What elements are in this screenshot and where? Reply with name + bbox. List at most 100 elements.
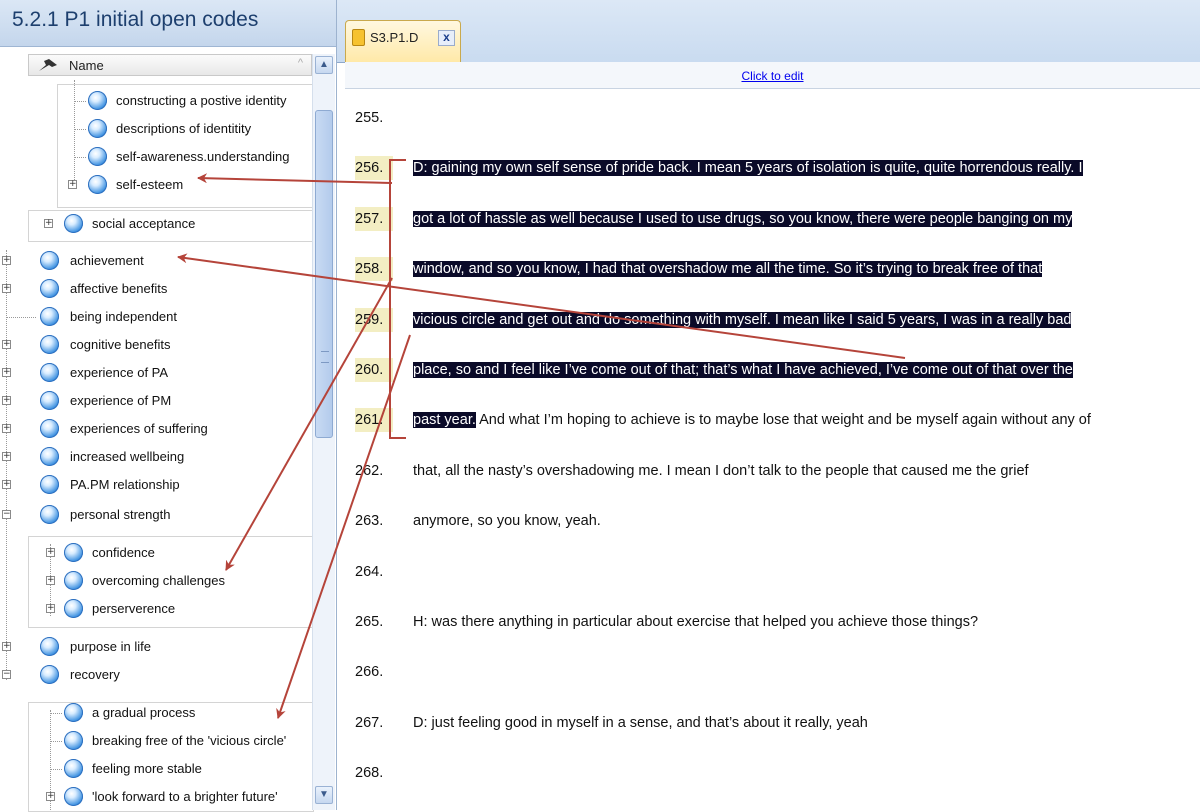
line-text[interactable]: that, all the nasty’s overshadowing me. …: [413, 459, 1029, 483]
code-item[interactable]: + increased wellbeing: [0, 446, 312, 468]
code-node-icon: [40, 475, 59, 494]
code-item[interactable]: constructing a postive identity: [74, 90, 312, 112]
code-item[interactable]: being independent: [0, 306, 312, 328]
expand-toggle-icon[interactable]: +: [2, 642, 11, 651]
line-text[interactable]: anymore, so you know, yeah.: [413, 509, 601, 533]
pushpin-icon[interactable]: [37, 57, 59, 73]
code-item[interactable]: a gradual process: [50, 702, 312, 724]
transcript-line[interactable]: 264.: [345, 556, 1200, 586]
expand-toggle-icon[interactable]: +: [44, 219, 53, 228]
code-item[interactable]: + purpose in life: [0, 636, 312, 658]
transcript-line[interactable]: 255.: [345, 102, 1200, 132]
transcript-body[interactable]: 255. 256. D: gaining my own self sense of …: [345, 96, 1200, 810]
code-label: constructing a postive identity: [116, 93, 287, 108]
plain-text[interactable]: D: just feeling good in myself in a sens…: [413, 715, 868, 731]
code-item[interactable]: + overcoming challenges: [40, 570, 312, 592]
scrollbar-thumb[interactable]: [315, 110, 333, 438]
code-item[interactable]: − recovery: [0, 664, 312, 686]
document-tab[interactable]: S3.P1.D x: [345, 20, 461, 62]
scroll-up-arrow-icon[interactable]: ▲: [315, 56, 333, 74]
line-number: 262.: [355, 463, 384, 479]
code-item[interactable]: + self-esteem: [66, 174, 312, 196]
code-item[interactable]: self-awareness.understanding: [74, 146, 312, 168]
selected-text[interactable]: D: gaining my own self sense of pride ba…: [413, 160, 1083, 176]
transcript-line[interactable]: 263. anymore, so you know, yeah.: [345, 505, 1200, 535]
scroll-down-arrow-icon[interactable]: ▼: [315, 786, 333, 804]
transcript-line[interactable]: 259. vicious circle and get out and do so…: [345, 304, 1200, 334]
selected-text[interactable]: got a lot of hassle as well because I us…: [413, 211, 1073, 227]
line-number: 265.: [355, 614, 384, 630]
code-item[interactable]: + achievement: [0, 250, 312, 272]
expand-toggle-icon[interactable]: +: [46, 576, 55, 585]
plain-text[interactable]: And what I’m hoping to achieve is to may…: [476, 412, 1091, 428]
line-text[interactable]: H: was there anything in particular abou…: [413, 610, 978, 634]
transcript-line[interactable]: 258. window, and so you know, I had that …: [345, 253, 1200, 283]
code-node-icon: [88, 175, 107, 194]
expand-toggle-icon[interactable]: +: [2, 424, 11, 433]
transcript-line[interactable]: 260. place, so and I feel like I’ve come …: [345, 354, 1200, 384]
code-node-icon: [64, 703, 83, 722]
code-item[interactable]: + experience of PM: [0, 390, 312, 412]
transcript-line[interactable]: 267. D: just feeling good in myself in a …: [345, 707, 1200, 737]
code-item[interactable]: + cognitive benefits: [0, 334, 312, 356]
selected-text[interactable]: window, and so you know, I had that over…: [413, 261, 1043, 277]
expand-toggle-icon[interactable]: +: [46, 548, 55, 557]
expand-toggle-icon[interactable]: +: [46, 604, 55, 613]
expand-toggle-icon[interactable]: +: [2, 368, 11, 377]
code-item[interactable]: + confidence: [40, 542, 312, 564]
expand-toggle-icon[interactable]: +: [46, 792, 55, 801]
code-item[interactable]: + perserverence: [40, 598, 312, 620]
transcript-line[interactable]: 265. H: was there anything in particular …: [345, 606, 1200, 636]
expand-toggle-icon[interactable]: +: [2, 256, 11, 265]
close-tab-icon[interactable]: x: [438, 30, 455, 46]
selected-text[interactable]: place, so and I feel like I’ve come out …: [413, 362, 1073, 378]
expand-toggle-icon[interactable]: +: [2, 480, 11, 489]
code-item[interactable]: + social acceptance: [40, 213, 312, 235]
transcript-line[interactable]: 257. got a lot of hassle as well because …: [345, 203, 1200, 233]
line-text[interactable]: got a lot of hassle as well because I us…: [413, 207, 1073, 231]
expand-toggle-icon[interactable]: +: [2, 452, 11, 461]
line-number: 256.: [355, 156, 393, 180]
line-text[interactable]: window, and so you know, I had that over…: [413, 257, 1043, 281]
line-text[interactable]: past year. And what I’m hoping to achiev…: [413, 408, 1091, 432]
code-item[interactable]: breaking free of the 'vicious circle': [50, 730, 312, 752]
plain-text[interactable]: H: was there anything in particular abou…: [413, 614, 978, 630]
selected-text[interactable]: past year.: [413, 412, 476, 428]
code-item[interactable]: + experience of PA: [0, 362, 312, 384]
plain-text[interactable]: anymore, so you know, yeah.: [413, 513, 601, 529]
collapse-toggle-icon[interactable]: −: [2, 670, 11, 679]
transcript-line[interactable]: 261. past year. And what I’m hoping to ac…: [345, 404, 1200, 434]
tree-scrollbar[interactable]: ▲ ▼: [312, 54, 335, 810]
code-label: cognitive benefits: [70, 337, 171, 352]
collapse-toggle-icon[interactable]: −: [2, 510, 11, 519]
expand-toggle-icon[interactable]: +: [68, 180, 77, 189]
line-text[interactable]: place, so and I feel like I’ve come out …: [413, 358, 1073, 382]
code-item[interactable]: descriptions of identitity: [74, 118, 312, 140]
name-column-label: Name: [69, 58, 104, 73]
click-to-edit-link[interactable]: Click to edit: [345, 69, 1200, 83]
code-item[interactable]: − personal strength: [0, 504, 312, 526]
transcript-line[interactable]: 266.: [345, 656, 1200, 686]
code-node-icon: [64, 599, 83, 618]
code-item[interactable]: + experiences of suffering: [0, 418, 312, 440]
selected-text[interactable]: vicious circle and get out and do someth…: [413, 312, 1072, 328]
code-item[interactable]: + 'look forward to a brighter future': [40, 786, 312, 808]
line-text[interactable]: vicious circle and get out and do someth…: [413, 308, 1072, 332]
code-node-icon: [64, 214, 83, 233]
expand-toggle-icon[interactable]: +: [2, 340, 11, 349]
transcript-line[interactable]: 256. D: gaining my own self sense of prid…: [345, 152, 1200, 182]
code-label: descriptions of identitity: [116, 121, 252, 136]
code-item[interactable]: feeling more stable: [50, 758, 312, 780]
line-text[interactable]: D: gaining my own self sense of pride ba…: [413, 156, 1083, 180]
code-item[interactable]: + affective benefits: [0, 278, 312, 300]
transcript-line[interactable]: 268.: [345, 757, 1200, 787]
name-column-header[interactable]: Name ^: [28, 54, 312, 76]
code-label: breaking free of the 'vicious circle': [92, 733, 287, 748]
code-item[interactable]: + PA.PM relationship: [0, 474, 312, 496]
line-text[interactable]: D: just feeling good in myself in a sens…: [413, 711, 868, 735]
transcript-line[interactable]: 262. that, all the nasty’s overshadowing …: [345, 455, 1200, 485]
expand-toggle-icon[interactable]: +: [2, 284, 11, 293]
plain-text[interactable]: that, all the nasty’s overshadowing me. …: [413, 463, 1029, 479]
sort-arrow-icon[interactable]: ^: [298, 57, 303, 69]
expand-toggle-icon[interactable]: +: [2, 396, 11, 405]
